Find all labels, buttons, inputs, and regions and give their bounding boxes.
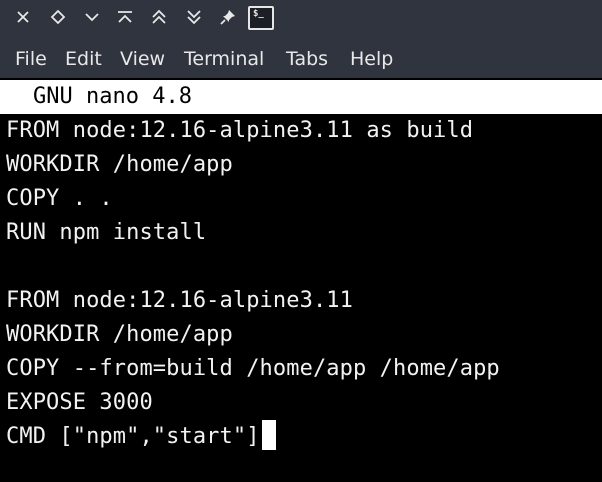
editor-line-text: CMD ["npm","start"] <box>6 424 260 449</box>
terminal-window: $_ File Edit View Terminal Tabs Help GNU… <box>0 0 602 482</box>
editor-line: FROM node:12.16-alpine3.11 as build <box>6 118 474 143</box>
menu-help[interactable]: Help <box>350 38 393 78</box>
double-chevron-down-icon[interactable] <box>181 5 207 31</box>
editor-line: COPY . . <box>6 186 113 211</box>
editor-line: EXPOSE 3000 <box>6 390 153 415</box>
terminal-area[interactable]: GNU nano 4.8 FROM node:12.16-alpine3.11 … <box>0 78 602 482</box>
editor-line: RUN npm install <box>6 220 207 245</box>
editor-buffer[interactable]: FROM node:12.16-alpine3.11 as build WORK… <box>6 114 598 482</box>
editor-line: WORKDIR /home/app <box>6 152 233 177</box>
text-cursor <box>261 420 276 450</box>
menu-tabs[interactable]: Tabs <box>286 38 328 78</box>
editor-line: FROM node:12.16-alpine3.11 <box>6 288 353 313</box>
menu-terminal[interactable]: Terminal <box>184 38 264 78</box>
diamond-icon[interactable] <box>45 5 71 31</box>
title-bar: $_ <box>0 0 602 38</box>
editor-line-last: CMD ["npm","start"] <box>6 420 276 454</box>
terminal-icon-glyph: $_ <box>253 9 264 19</box>
editor-line: WORKDIR /home/app <box>6 322 233 347</box>
nano-version-label: GNU nano 4.8 <box>33 84 192 109</box>
pin-icon[interactable] <box>215 5 241 31</box>
chevron-up-bar-icon[interactable] <box>112 5 138 31</box>
nano-title-bar: GNU nano 4.8 <box>0 80 602 114</box>
menu-view[interactable]: View <box>120 38 165 78</box>
double-chevron-up-icon[interactable] <box>146 5 172 31</box>
menu-file[interactable]: File <box>15 38 47 78</box>
menu-edit[interactable]: Edit <box>65 38 102 78</box>
menu-bar: File Edit View Terminal Tabs Help <box>0 38 602 78</box>
chevron-down-icon[interactable] <box>79 5 105 31</box>
editor-line: COPY --from=build /home/app /home/app <box>6 356 500 381</box>
terminal-icon[interactable]: $_ <box>248 6 274 30</box>
close-icon[interactable] <box>10 5 36 31</box>
